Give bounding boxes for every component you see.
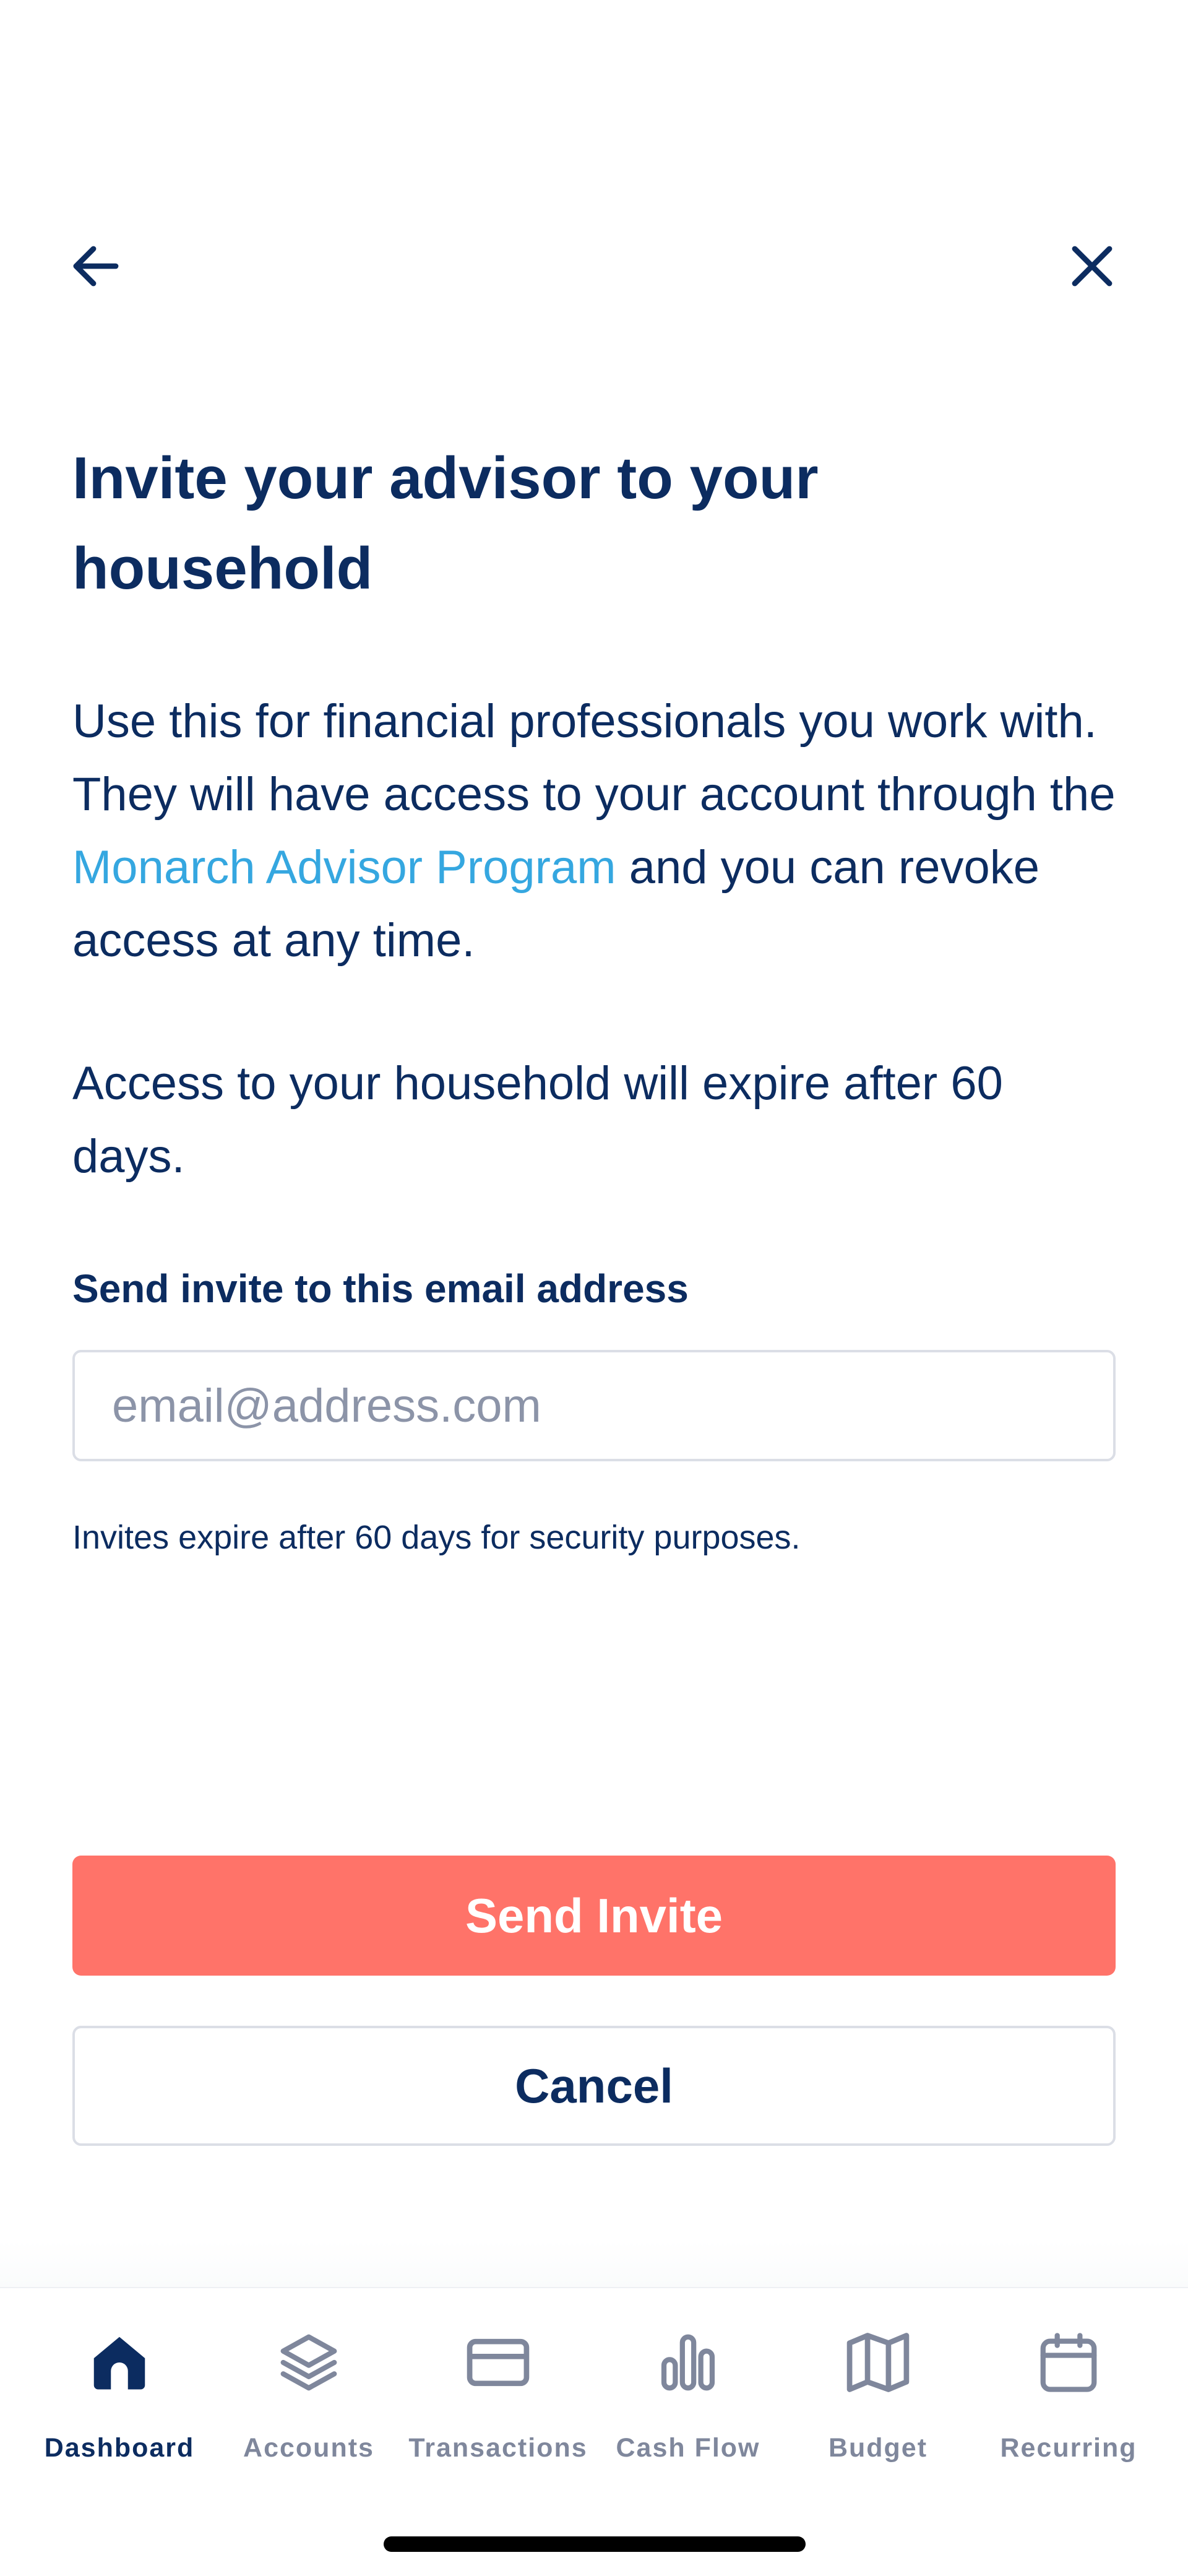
tab-accounts[interactable]: Accounts (214, 2288, 403, 2486)
tab-dashboard-label: Dashboard (44, 2433, 195, 2463)
tabbar-divider (0, 2241, 1188, 2287)
intro-text-start: Use this for financial professionals you… (72, 695, 1116, 821)
expiry-note: Access to your household will expire aft… (72, 1057, 1003, 1183)
top-bar (0, 0, 1188, 371)
send-invite-button[interactable]: Send Invite (72, 1856, 1116, 1976)
map-icon (841, 2325, 915, 2400)
credit-card-icon (461, 2325, 535, 2400)
email-input[interactable] (75, 1352, 1113, 1459)
tab-transactions-label: Transactions (408, 2433, 588, 2463)
tab-transactions[interactable]: Transactions (403, 2288, 593, 2486)
tab-recurring-label: Recurring (1000, 2433, 1137, 2463)
tab-budget-label: Budget (828, 2433, 928, 2463)
tab-cash-flow-label: Cash Flow (616, 2433, 760, 2463)
calendar-icon (1031, 2325, 1106, 2400)
home-icon (82, 2325, 157, 2400)
layers-icon (272, 2325, 346, 2400)
tab-recurring[interactable]: Recurring (974, 2288, 1163, 2486)
cancel-button[interactable]: Cancel (72, 2026, 1116, 2146)
invite-expiry-hint: Invites expire after 60 days for securit… (72, 1519, 801, 1556)
arrow-left-icon (73, 246, 119, 287)
bar-chart-icon (651, 2325, 725, 2400)
tab-cash-flow[interactable]: Cash Flow (593, 2288, 783, 2486)
tab-budget[interactable]: Budget (783, 2288, 973, 2486)
home-indicator[interactable] (384, 2536, 806, 2552)
intro-text: Use this for financial professionals you… (72, 685, 1124, 977)
page-title: Invite your advisor to your household (72, 445, 819, 602)
invite-advisor-screen: Invite your advisor to your household Us… (0, 0, 1188, 2576)
tab-dashboard[interactable]: Dashboard (25, 2288, 214, 2486)
tab-accounts-label: Accounts (243, 2433, 374, 2463)
email-field-label: Send invite to this email address (72, 1266, 689, 1311)
monarch-advisor-program-link[interactable]: Monarch Advisor Program (72, 841, 616, 894)
back-button[interactable] (59, 229, 133, 303)
close-button[interactable] (1055, 229, 1129, 303)
email-field-container (72, 1350, 1116, 1461)
close-icon (1072, 246, 1113, 287)
bottom-tab-bar: Dashboard Accounts Transactions Cash Flo… (0, 2287, 1188, 2576)
